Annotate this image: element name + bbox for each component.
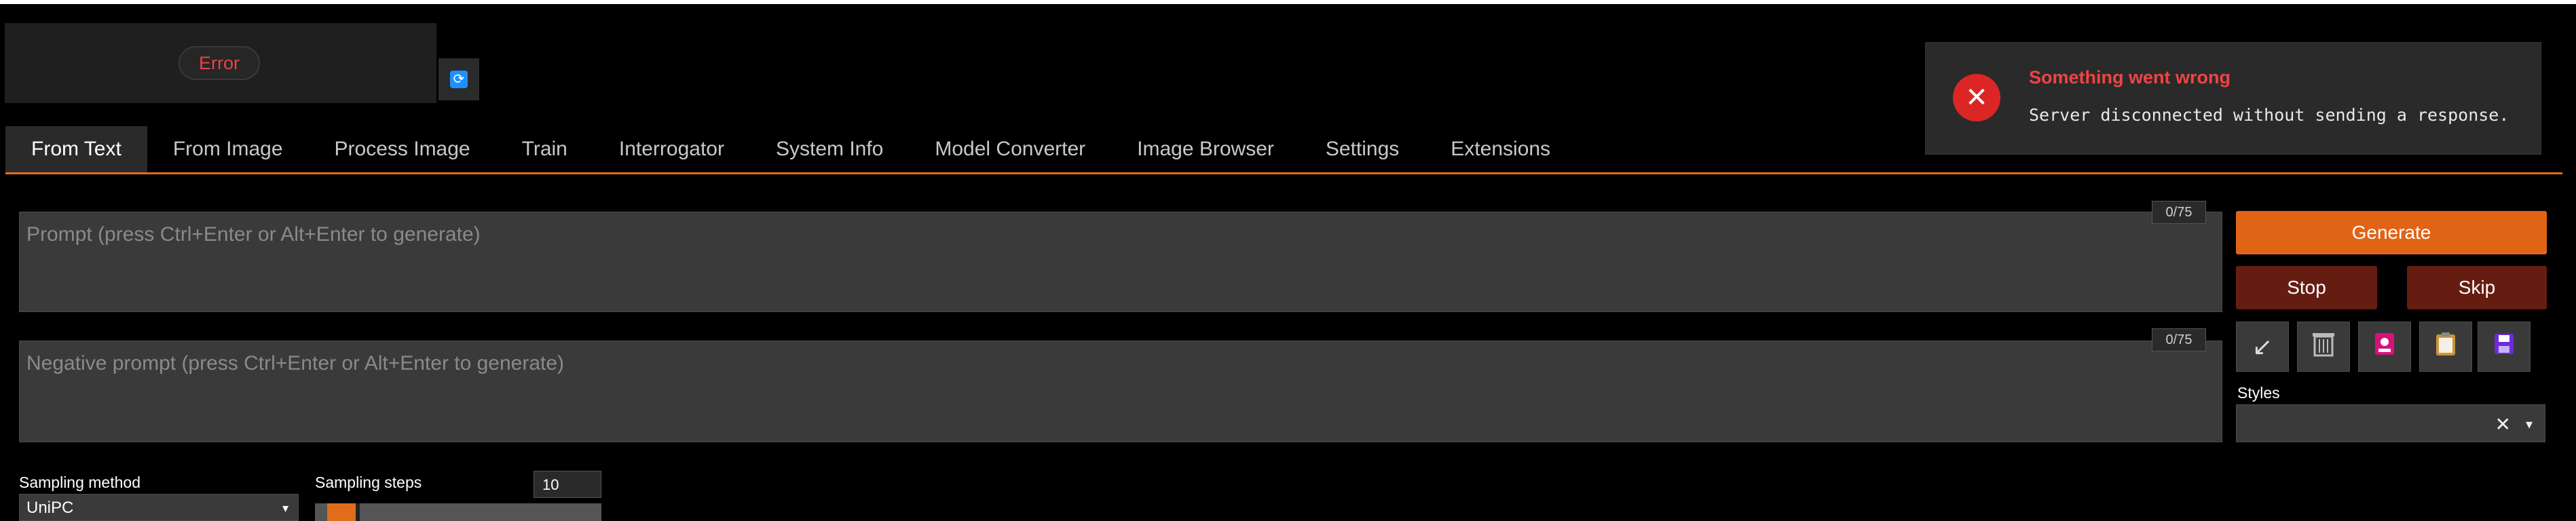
clipboard-icon — [2434, 331, 2457, 363]
apply-style-button[interactable] — [2419, 322, 2472, 372]
toast-message: Server disconnected without sending a re… — [2029, 105, 2509, 125]
arrow-down-left-icon: ↙ — [2252, 332, 2273, 360]
sampling-steps-fill — [327, 503, 356, 521]
clear-icon[interactable]: ✕ — [2495, 413, 2511, 436]
tab-process-image[interactable]: Process Image — [309, 126, 496, 172]
model-status-label: Error — [199, 52, 240, 73]
prompt-input[interactable]: Prompt (press Ctrl+Enter or Alt+Enter to… — [19, 212, 2222, 312]
tab-settings[interactable]: Settings — [1300, 126, 1425, 172]
tab-model-converter[interactable]: Model Converter — [909, 126, 1111, 172]
save-style-button[interactable] — [2478, 322, 2531, 372]
close-circle-icon[interactable]: ✕ — [1953, 74, 2000, 121]
sampling-method-value: UniPC — [26, 499, 74, 517]
model-status-badge: Error — [179, 46, 260, 80]
clear-prompt-button[interactable] — [2297, 322, 2350, 372]
tab-extensions[interactable]: Extensions — [1425, 126, 1576, 172]
error-toast: ✕ Something went wrong Server disconnect… — [1925, 42, 2541, 155]
styles-dropdown[interactable]: ✕ ▾ — [2236, 404, 2545, 442]
toast-title: Something went wrong — [2029, 67, 2230, 88]
read-params-button[interactable]: ↙ — [2236, 322, 2289, 372]
sampling-steps-thumb[interactable] — [356, 503, 360, 521]
negative-prompt-input[interactable]: Negative prompt (press Ctrl+Enter or Alt… — [19, 341, 2222, 442]
chevron-down-icon: ▾ — [282, 501, 288, 515]
chevron-down-icon: ▾ — [2525, 417, 2533, 432]
generate-button[interactable]: Generate — [2236, 211, 2547, 254]
tab-train[interactable]: Train — [496, 126, 593, 172]
extra-networks-button[interactable] — [2358, 322, 2411, 372]
tab-from-text[interactable]: From Text — [5, 126, 147, 172]
trash-icon — [2312, 331, 2335, 363]
tab-system-info[interactable]: System Info — [750, 126, 909, 172]
image-icon — [2373, 331, 2396, 363]
refresh-icon: ⟳ — [450, 71, 468, 88]
tab-interrogator[interactable]: Interrogator — [593, 126, 750, 172]
prompt-placeholder: Prompt (press Ctrl+Enter or Alt+Enter to… — [26, 223, 481, 246]
styles-label: Styles — [2237, 384, 2280, 402]
sampling-method-label: Sampling method — [19, 474, 141, 491]
negative-prompt-placeholder: Negative prompt (press Ctrl+Enter or Alt… — [26, 352, 565, 374]
save-icon — [2493, 331, 2516, 363]
sampling-method-dropdown[interactable]: UniPC ▾ — [19, 494, 299, 521]
negative-prompt-token-counter: 0/75 — [2152, 328, 2206, 351]
refresh-button[interactable]: ⟳ — [438, 58, 479, 100]
tab-underline — [5, 172, 2562, 174]
tab-from-image[interactable]: From Image — [147, 126, 309, 172]
tab-image-browser[interactable]: Image Browser — [1111, 126, 1300, 172]
main-tabs: From Text From Image Process Image Train… — [5, 126, 1576, 172]
skip-button[interactable]: Skip — [2407, 266, 2547, 309]
sampling-steps-label: Sampling steps — [315, 474, 422, 491]
top-border — [0, 0, 2576, 4]
prompt-token-counter: 0/75 — [2152, 201, 2206, 224]
sampling-steps-input[interactable]: 10 — [534, 471, 601, 498]
stop-button[interactable]: Stop — [2236, 266, 2377, 309]
